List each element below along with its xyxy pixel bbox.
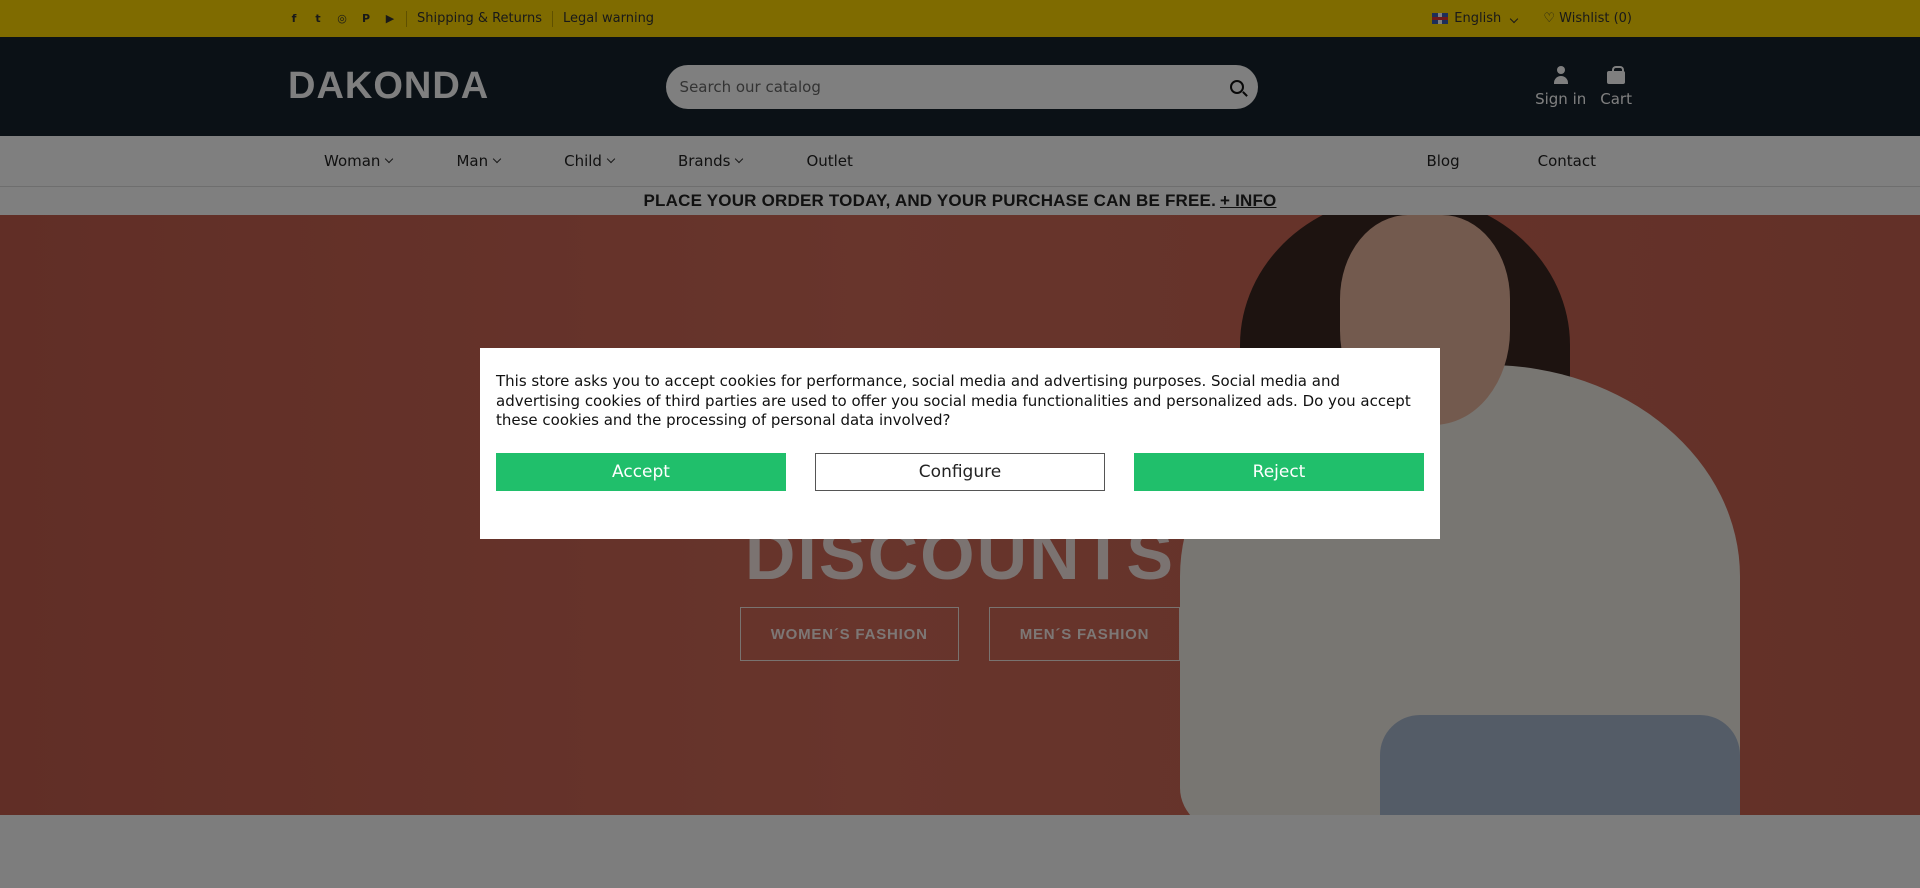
accept-button[interactable]: Accept [496,452,786,491]
cookie-consent-modal: This store asks you to accept cookies fo… [480,348,1440,539]
configure-button[interactable]: Configure [815,452,1105,491]
reject-button[interactable]: Reject [1134,452,1424,491]
cookie-buttons: Accept Configure Reject [496,452,1424,491]
cookie-message: This store asks you to accept cookies fo… [496,372,1411,429]
